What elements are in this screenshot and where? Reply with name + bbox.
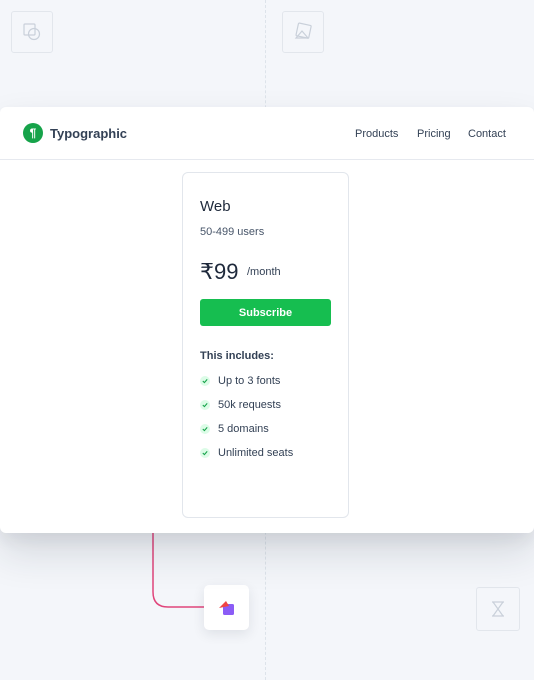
- app-icon-tile: [204, 585, 249, 630]
- plan-name: Web: [200, 198, 231, 215]
- subscribe-button[interactable]: Subscribe: [200, 299, 331, 326]
- nav-link-pricing[interactable]: Pricing: [417, 127, 451, 141]
- check-icon: [200, 400, 210, 410]
- logo-icon[interactable]: ¶: [23, 123, 43, 143]
- pricing-card: Web 50-499 users ₹99 /month Subscribe Th…: [182, 172, 349, 518]
- plan-price: ₹99: [200, 259, 239, 284]
- feature-item: Unlimited seats: [200, 446, 340, 460]
- navbar: ¶ Typographic Products Pricing Contact: [0, 107, 534, 160]
- check-icon: [200, 376, 210, 386]
- includes-title: This includes:: [200, 350, 274, 362]
- feature-text: Unlimited seats: [218, 447, 294, 459]
- plan-period: /month: [247, 266, 281, 278]
- feature-item: 5 domains: [200, 422, 340, 436]
- feature-text: 50k requests: [218, 399, 281, 411]
- check-icon: [200, 448, 210, 458]
- app-icon: [218, 600, 234, 615]
- feature-item: 50k requests: [200, 398, 340, 412]
- nav-link-products[interactable]: Products: [355, 127, 398, 141]
- nav-link-contact[interactable]: Contact: [468, 127, 506, 141]
- pricing-window: ¶ Typographic Products Pricing Contact W…: [0, 107, 534, 533]
- plan-users: 50-499 users: [200, 226, 265, 238]
- brand-name[interactable]: Typographic: [50, 125, 127, 142]
- feature-text: 5 domains: [218, 423, 269, 435]
- feature-item: Up to 3 fonts: [200, 374, 340, 388]
- feature-text: Up to 3 fonts: [218, 375, 281, 387]
- check-icon: [200, 424, 210, 434]
